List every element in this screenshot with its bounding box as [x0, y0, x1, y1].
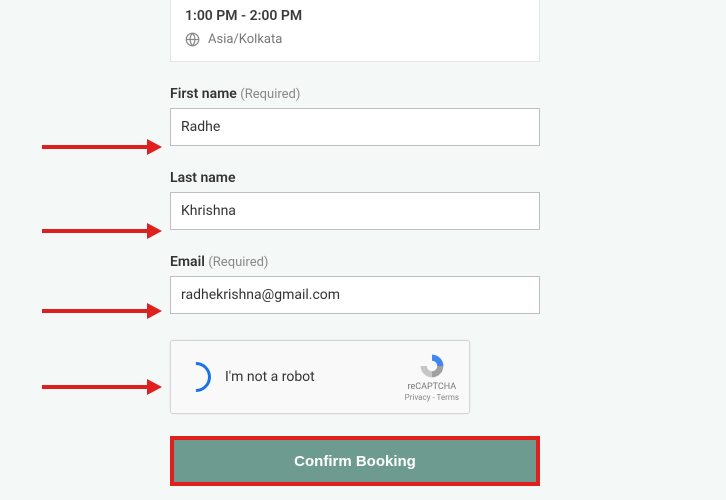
first-name-input[interactable] — [170, 108, 540, 146]
first-name-field: First name (Required) — [170, 86, 540, 146]
confirm-booking-button[interactable]: Confirm Booking — [174, 440, 536, 482]
arrow-annotation-icon — [42, 138, 162, 156]
time-slot-text: 1:00 PM - 2:00 PM — [185, 8, 525, 24]
recaptcha-logo-icon — [417, 352, 447, 380]
email-input[interactable] — [170, 276, 540, 314]
time-slot-card: 1:00 PM - 2:00 PM Asia/Kolkata — [170, 0, 540, 62]
arrow-annotation-icon — [42, 302, 162, 320]
last-name-label: Last name — [170, 170, 540, 186]
confirm-highlight-box: Confirm Booking — [170, 436, 540, 486]
recaptcha-badge: reCAPTCHA Privacy - Terms — [405, 352, 459, 402]
arrow-annotation-icon — [42, 222, 162, 240]
recaptcha-links: Privacy - Terms — [405, 393, 459, 403]
email-label: Email (Required) — [170, 254, 540, 270]
recaptcha-widget[interactable]: I'm not a robot reCAPTCHA Privacy - Term… — [170, 340, 470, 414]
arrow-annotation-icon — [42, 378, 162, 396]
recaptcha-spinner-icon — [175, 356, 217, 398]
timezone-text: Asia/Kolkata — [208, 32, 282, 47]
timezone-row: Asia/Kolkata — [185, 32, 525, 47]
recaptcha-label: I'm not a robot — [225, 369, 405, 385]
last-name-field: Last name — [170, 170, 540, 230]
email-field: Email (Required) — [170, 254, 540, 314]
first-name-label: First name (Required) — [170, 86, 540, 102]
last-name-input[interactable] — [170, 192, 540, 230]
recaptcha-brand: reCAPTCHA — [405, 382, 459, 393]
globe-icon — [185, 32, 200, 47]
